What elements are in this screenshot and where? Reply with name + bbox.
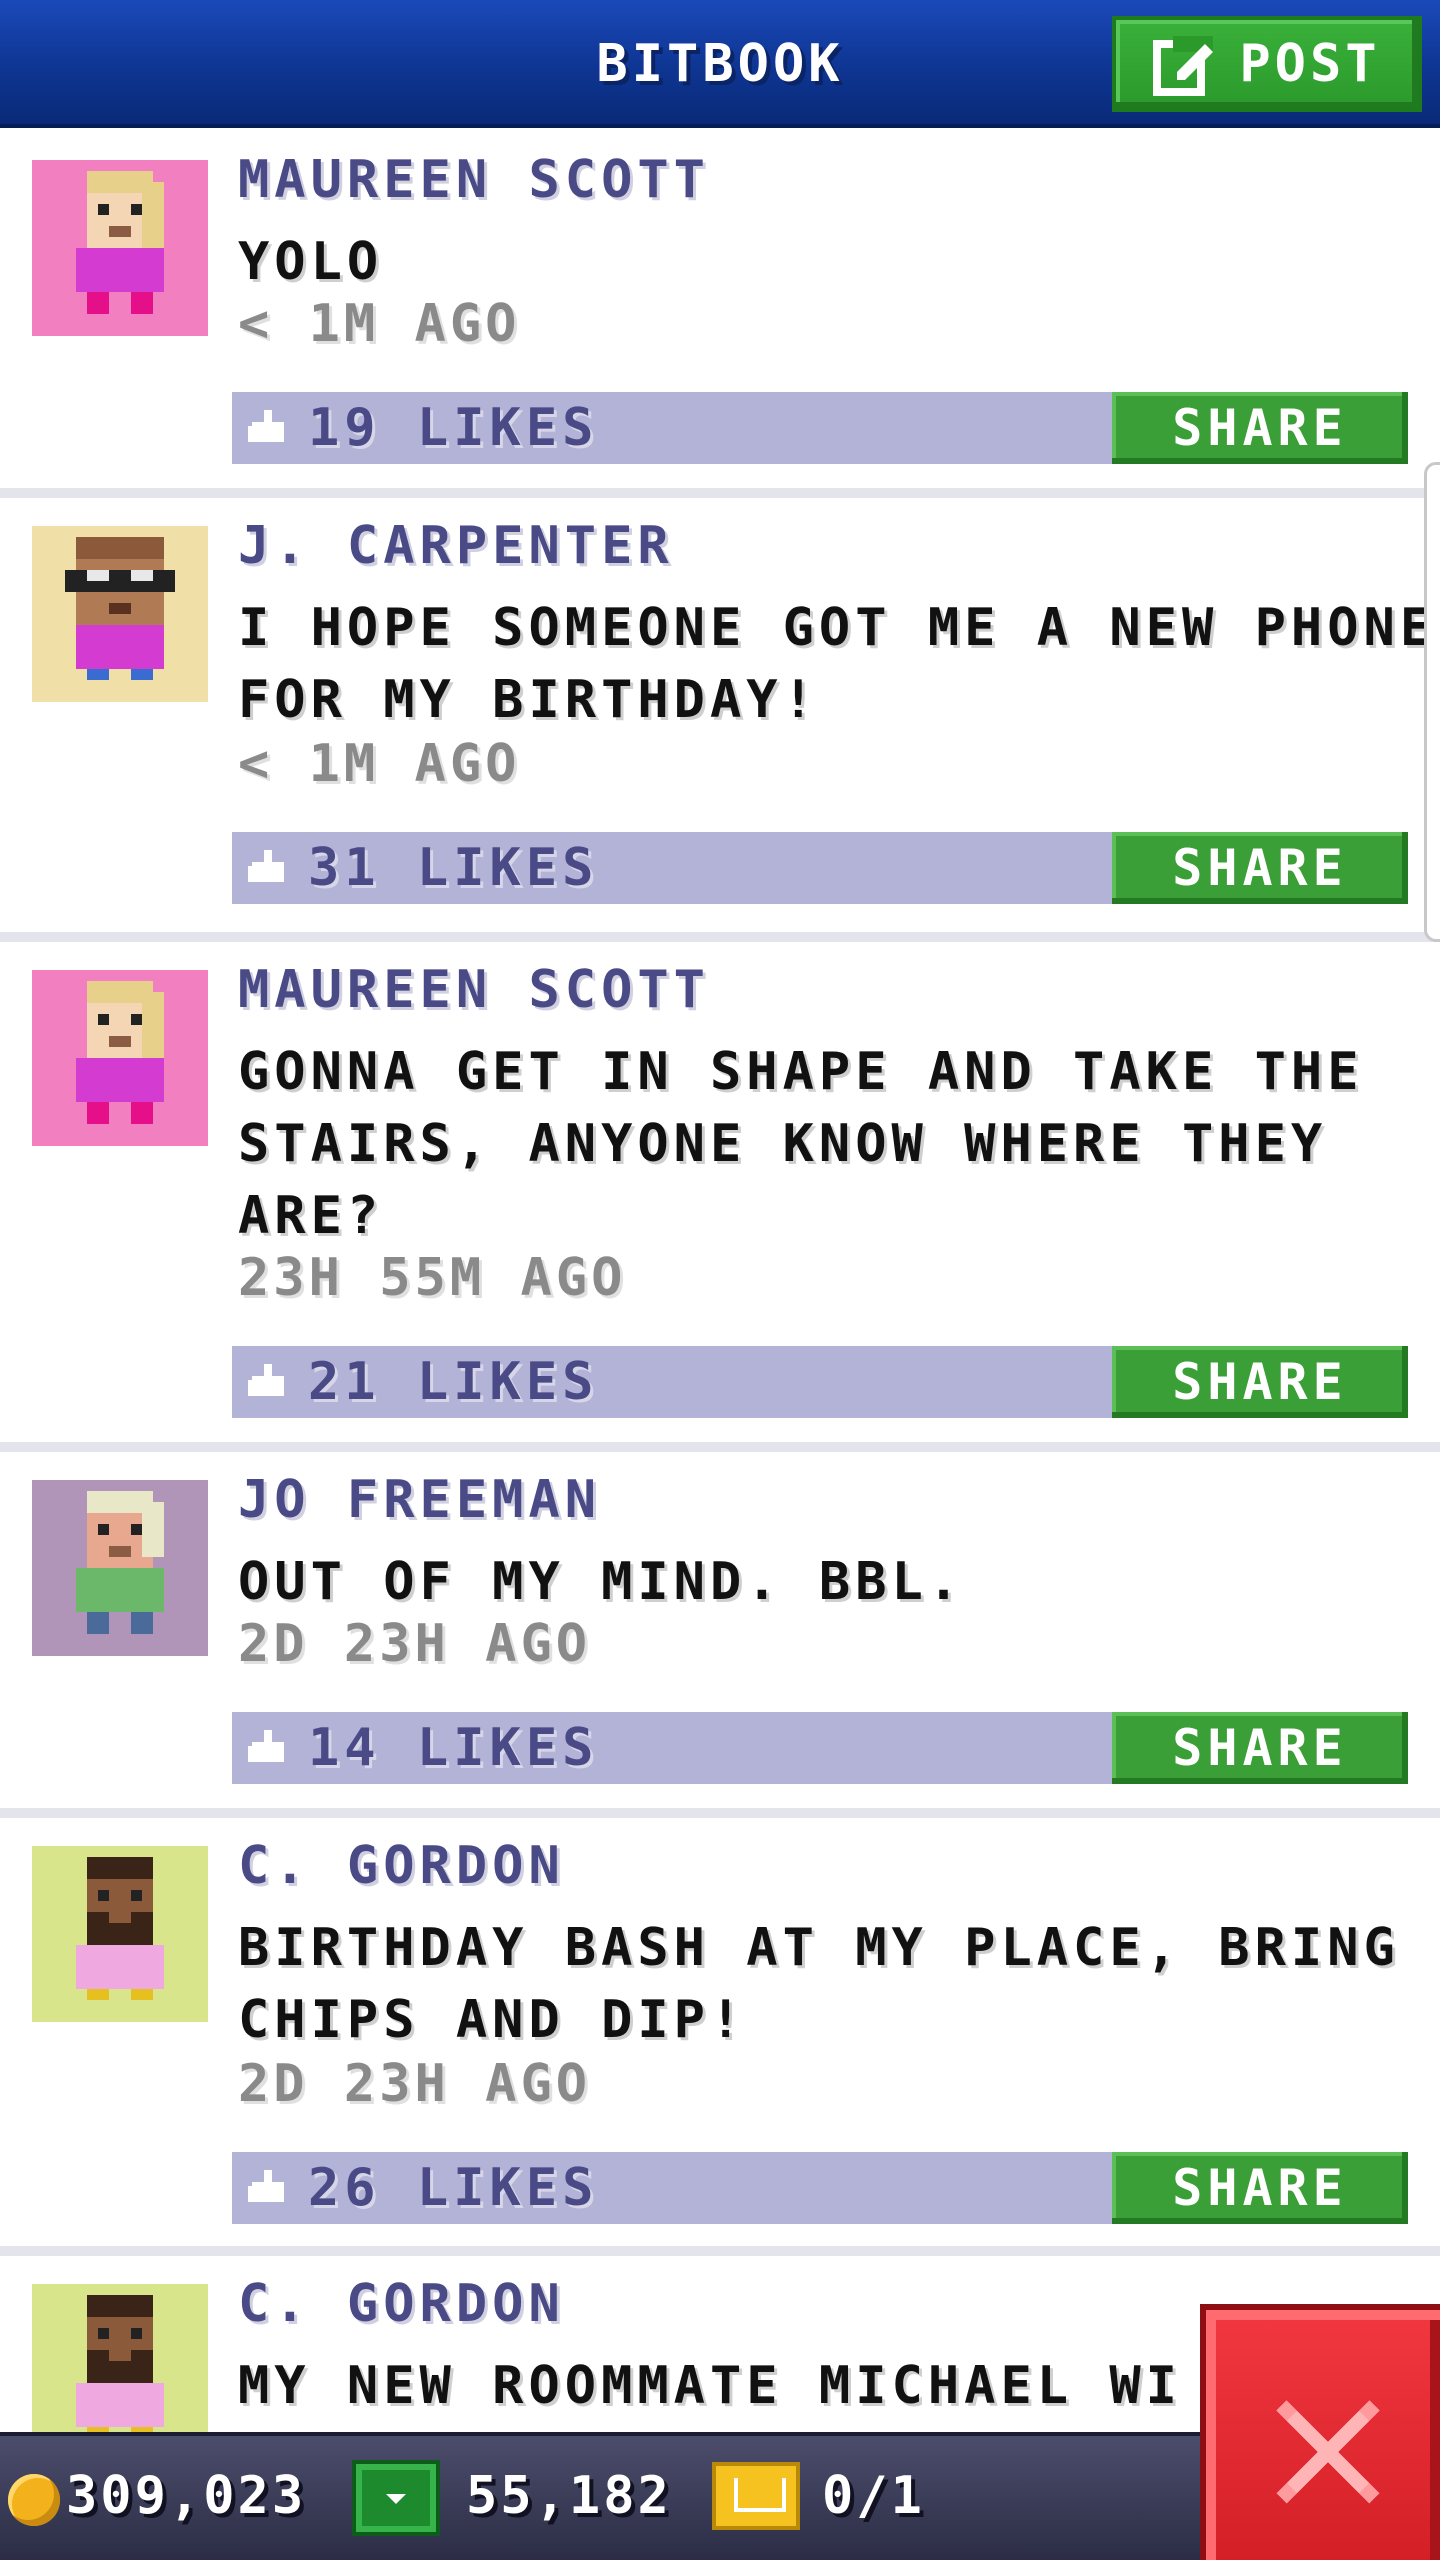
like-count: 26 LIKES [308,2158,599,2218]
thumbs-up-icon [248,1730,284,1762]
feed-post: J. CARPENTER I HOPE SOMEONE GOT ME A NEW… [0,498,1440,932]
post-author[interactable]: J. CARPENTER [238,516,674,576]
app-header: BITBOOK POST [0,0,1440,128]
share-button[interactable]: SHARE [1112,1346,1408,1418]
thumbs-up-icon [248,850,284,882]
post-button-label: POST [1239,34,1381,94]
post-button[interactable]: POST [1112,16,1422,112]
bux-icon [352,2460,440,2536]
bitbook-feed[interactable]: MAUREEN SCOTT YOLO < 1M AGO 19 LIKES SHA… [0,132,1440,2432]
avatar[interactable] [32,526,208,702]
post-time: < 1M AGO [238,294,521,354]
post-time: 23H 55M AGO [238,1248,627,1308]
feed-post: C. GORDON BIRTHDAY BASH AT MY PLACE, BRI… [0,1818,1440,2246]
ticket-icon [712,2462,800,2530]
post-time: 2D 23H AGO [238,1614,592,1674]
thumbs-up-icon [248,1364,284,1396]
post-divider [0,488,1440,498]
like-count: 14 LIKES [308,1718,599,1778]
like-bar[interactable]: 31 LIKES SHARE [232,832,1408,904]
like-count: 19 LIKES [308,398,599,458]
post-message: YOLO [238,232,384,292]
share-button[interactable]: SHARE [1112,832,1408,904]
post-author[interactable]: MAUREEN SCOTT [238,960,710,1020]
avatar[interactable] [32,1846,208,2022]
like-bar[interactable]: 14 LIKES SHARE [232,1712,1408,1784]
thumbs-up-icon [248,410,284,442]
share-button[interactable]: SHARE [1112,2152,1408,2224]
post-message: OUT OF MY MIND. BBL. [238,1552,965,1612]
share-button[interactable]: SHARE [1112,392,1408,464]
post-author[interactable]: JO FREEMAN [238,1470,601,1530]
post-divider [0,1808,1440,1818]
post-author[interactable]: C. GORDON [238,1836,565,1896]
post-author[interactable]: MAUREEN SCOTT [238,150,710,210]
like-count: 31 LIKES [308,838,599,898]
compose-icon [1153,36,1214,96]
post-divider [0,932,1440,942]
scrollbar[interactable] [1424,462,1440,942]
coin-icon [8,2474,60,2526]
post-time: 2D 23H AGO [238,2054,592,2114]
bux-count: 55,182 [466,2466,672,2526]
like-bar[interactable]: 21 LIKES SHARE [232,1346,1408,1418]
close-icon [1276,2400,1380,2504]
like-bar[interactable]: 26 LIKES SHARE [232,2152,1408,2224]
thumbs-up-icon [248,2170,284,2202]
avatar[interactable] [32,1480,208,1656]
feed-post: MAUREEN SCOTT GONNA GET IN SHAPE AND TAK… [0,942,1440,1442]
coin-count: 309,023 [66,2466,307,2526]
avatar[interactable] [32,970,208,1146]
post-message: GONNA GET IN SHAPE AND TAKE THE STAIRS, … [238,1042,1364,1246]
like-bar[interactable]: 19 LIKES SHARE [232,392,1408,464]
post-divider [0,2246,1440,2256]
ticket-count: 0/1 [822,2466,925,2526]
close-button[interactable] [1200,2304,1440,2560]
post-message: I HOPE SOMEONE GOT ME A NEW PHONE FOR MY… [238,598,1437,730]
post-time: < 1M AGO [238,734,521,794]
avatar[interactable] [32,2284,208,2432]
like-count: 21 LIKES [308,1352,599,1412]
post-message: BIRTHDAY BASH AT MY PLACE, BRING CHIPS A… [238,1918,1400,2050]
avatar[interactable] [32,160,208,336]
post-divider [0,1442,1440,1452]
feed-post: JO FREEMAN OUT OF MY MIND. BBL. 2D 23H A… [0,1452,1440,1808]
feed-post: MAUREEN SCOTT YOLO < 1M AGO 19 LIKES SHA… [0,132,1440,488]
post-author[interactable]: C. GORDON [238,2274,565,2334]
share-button[interactable]: SHARE [1112,1712,1408,1784]
